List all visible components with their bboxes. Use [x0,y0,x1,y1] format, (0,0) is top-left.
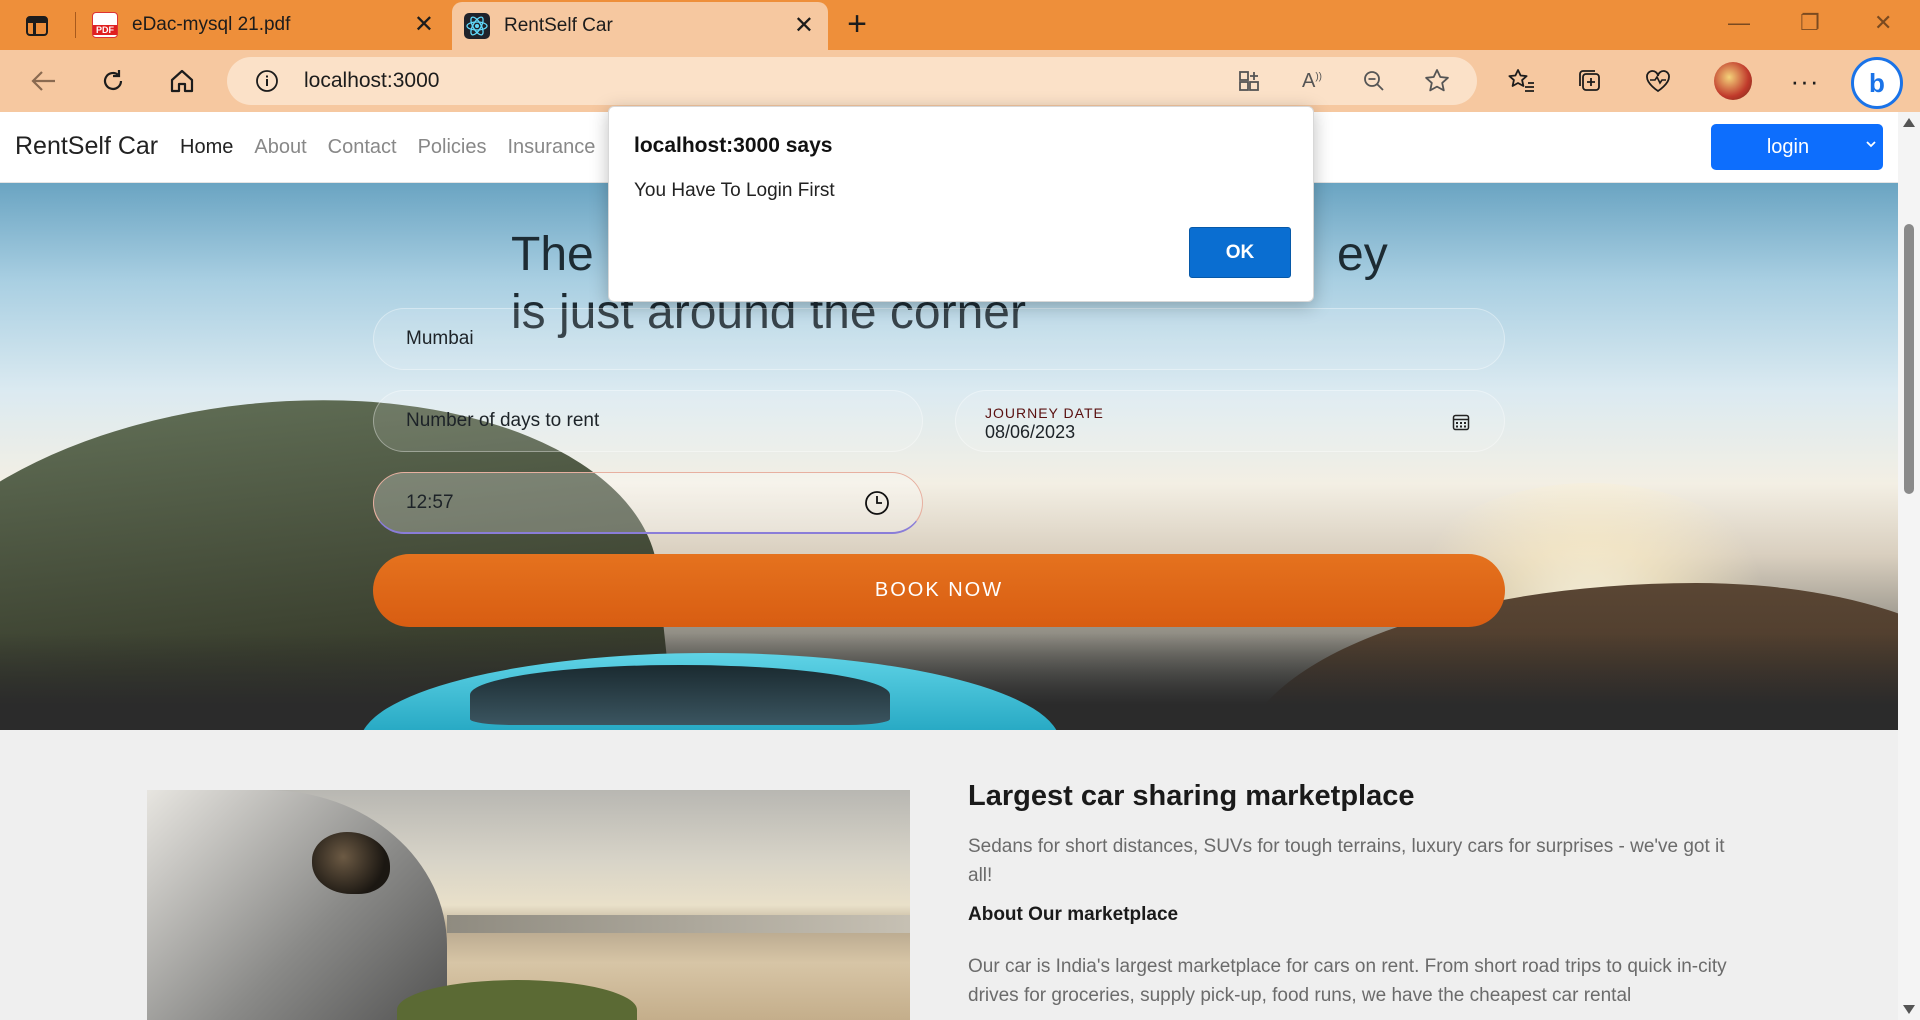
close-icon[interactable]: ✕ [794,14,814,38]
browser-essentials-icon[interactable] [1641,64,1675,98]
minimize-icon[interactable]: — [1728,10,1750,36]
tab-pdf[interactable]: PDF eDac-mysql 21.pdf ✕ [80,0,448,50]
time-input[interactable]: 12:57 [373,472,923,534]
nav-contact[interactable]: Contact [328,136,397,159]
tab-title: eDac-mysql 21.pdf [132,14,291,35]
scroll-down-icon[interactable] [1903,1005,1915,1014]
nav-about[interactable]: About [254,136,306,159]
tab-strip: PDF eDac-mysql 21.pdf ✕ RentSelf Car ✕ +… [0,0,1920,50]
alert-message: You Have To Login First [634,180,835,201]
login-dropdown-button[interactable]: login [1711,124,1883,170]
marketplace-body: Our car is India's largest marketplace f… [968,956,1727,1006]
react-icon [464,13,490,39]
hero-title-line1-tail: ey [1337,228,1388,281]
page-scrollbar[interactable] [1898,112,1920,1020]
tab-title: RentSelf Car [504,15,613,36]
marketplace-title: Largest car sharing marketplace [968,780,1415,812]
clock-icon[interactable] [864,490,890,516]
alert-dialog: localhost:3000 says You Have To Login Fi… [608,106,1314,302]
address-text: localhost:3000 [304,69,440,92]
bing-copilot-icon[interactable]: b [1851,57,1903,109]
marketplace-description: Sedans for short distances, SUVs for tou… [968,836,1725,886]
beach-sea [447,915,910,933]
alert-ok-button[interactable]: OK [1189,227,1291,278]
book-now-button[interactable]: BOOK NOW [373,554,1505,627]
journey-date-value: 08/06/2023 [985,422,1076,442]
new-tab-icon[interactable]: + [840,7,874,42]
nav-links: Home About Contact Policies Insurance [180,136,616,159]
restore-icon[interactable]: ❐ [1800,10,1820,36]
days-placeholder: Number of days to rent [406,410,600,431]
scroll-up-icon[interactable] [1903,118,1915,127]
nav-insurance[interactable]: Insurance [507,136,595,159]
favorite-star-icon[interactable] [1423,67,1451,95]
close-icon[interactable]: ✕ [414,13,434,37]
nav-policies[interactable]: Policies [418,136,487,159]
more-options-icon[interactable]: ··· [1788,64,1822,98]
hero-title-line1: The [511,228,594,281]
scroll-thumb[interactable] [1904,224,1914,494]
tab-rentself[interactable]: RentSelf Car ✕ [452,2,828,50]
beach-car [147,790,447,1020]
pdf-icon: PDF [92,12,118,38]
zoom-out-icon[interactable] [1360,67,1388,95]
hero-car-window [470,665,890,725]
city-input[interactable]: Mumbai [373,308,1505,370]
login-label: login [1766,135,1810,158]
journey-date-caption: JOURNEY DATE [985,405,1104,421]
chevron-down-icon [1866,141,1876,148]
back-icon[interactable] [24,62,64,100]
collections-icon[interactable] [1573,64,1607,98]
calendar-icon[interactable] [1452,413,1470,431]
site-brand[interactable]: RentSelf Car [15,132,158,161]
alert-title: localhost:3000 says [634,134,833,157]
site-info-icon[interactable] [253,67,281,95]
tab-actions-icon[interactable] [22,13,52,39]
favorites-icon[interactable] [1505,64,1539,98]
nav-home[interactable]: Home [180,136,233,159]
beach-car-image [147,790,910,1020]
days-input[interactable]: Number of days to rent [373,390,923,452]
time-value: 12:57 [406,492,454,513]
marketplace-subtitle: About Our marketplace [968,904,1179,925]
home-icon[interactable] [162,62,202,100]
address-bar[interactable]: localhost:3000 A)) [227,57,1477,105]
read-aloud-icon[interactable]: A)) [1298,67,1326,95]
journey-date-input[interactable]: JOURNEY DATE 08/06/2023 [955,390,1505,452]
window-close-icon[interactable]: ✕ [1874,10,1892,36]
city-value: Mumbai [406,328,474,349]
app-available-icon[interactable] [1235,67,1263,95]
profile-avatar[interactable] [1714,62,1752,100]
book-now-label: BOOK NOW [874,579,1004,601]
browser-toolbar: localhost:3000 A)) ··· b [0,50,1920,112]
tab-separator [75,12,76,38]
reload-icon[interactable] [93,62,133,100]
marketplace-section: Largest car sharing marketplace Sedans f… [0,730,1898,1020]
